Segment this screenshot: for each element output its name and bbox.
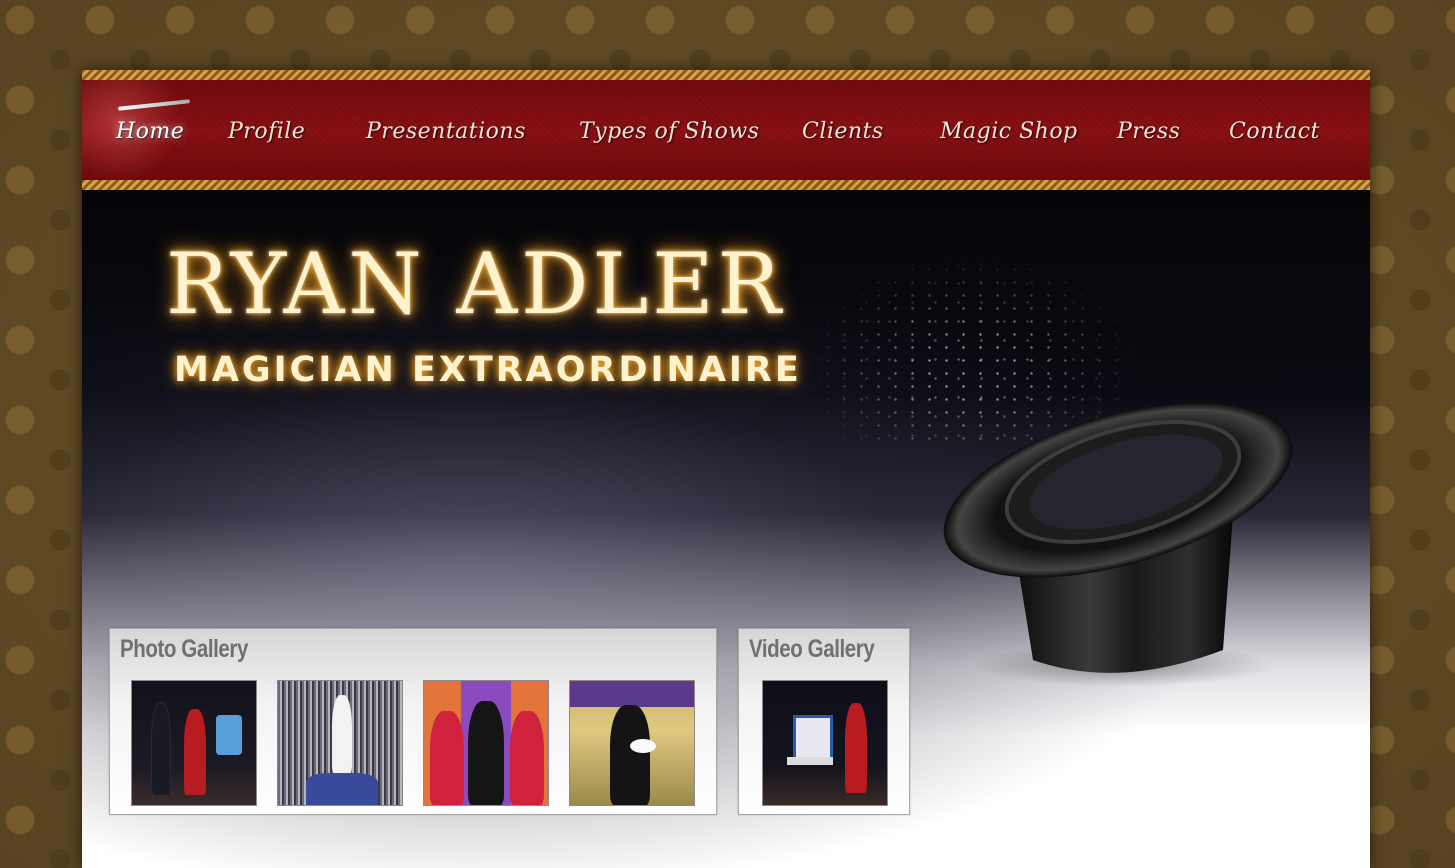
photo-thumb-silver-curtain[interactable] bbox=[277, 680, 403, 806]
photo-gallery-title[interactable]: Photo Gallery bbox=[120, 635, 248, 664]
video-thumb-illusion-box[interactable] bbox=[762, 680, 888, 806]
photo-thumb-dove-trick[interactable] bbox=[569, 680, 695, 806]
photo-gallery: Photo Gallery bbox=[109, 628, 717, 815]
page-frame: Home Profile Presentations Types of Show… bbox=[82, 70, 1370, 868]
main-navigation: Home Profile Presentations Types of Show… bbox=[82, 70, 1370, 190]
magic-wand-icon bbox=[117, 99, 191, 111]
nav-magic-shop[interactable]: Magic Shop bbox=[940, 115, 1078, 149]
nav-profile[interactable]: Profile bbox=[228, 115, 305, 149]
photo-thumb-stage-duo[interactable] bbox=[131, 680, 257, 806]
nav-types-of-shows[interactable]: Types of Shows bbox=[579, 115, 759, 149]
nav-presentations[interactable]: Presentations bbox=[366, 115, 526, 149]
nav-press[interactable]: Press bbox=[1117, 115, 1180, 149]
site-subtitle: MAGICIAN EXTRAORDINAIRE bbox=[174, 350, 802, 390]
nav-clients[interactable]: Clients bbox=[802, 115, 884, 149]
video-gallery: Video Gallery bbox=[738, 628, 910, 815]
hero-banner: RYAN ADLER MAGICIAN EXTRAORDINAIRE Photo… bbox=[82, 190, 1370, 868]
nav-home[interactable]: Home bbox=[116, 115, 184, 149]
video-gallery-title[interactable]: Video Gallery bbox=[749, 635, 875, 664]
nav-contact[interactable]: Contact bbox=[1229, 115, 1320, 149]
top-hat-image bbox=[943, 402, 1293, 687]
photo-thumb-group-pose[interactable] bbox=[423, 680, 549, 806]
site-title: RYAN ADLER bbox=[166, 235, 785, 333]
